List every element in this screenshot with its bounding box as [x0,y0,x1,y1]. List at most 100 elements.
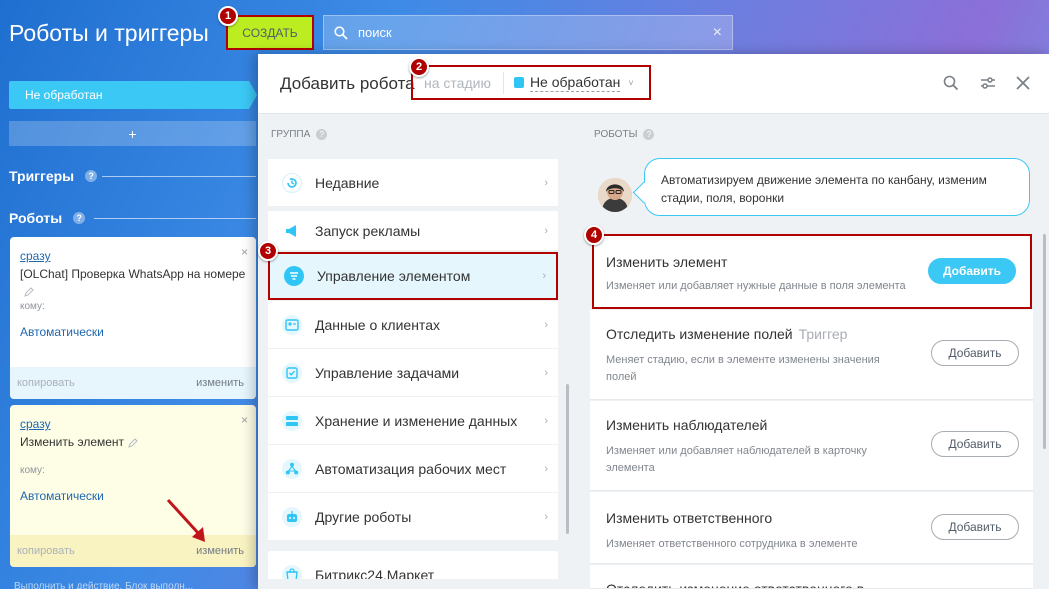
card-when-link[interactable]: сразу [20,417,51,431]
robot-title-text: Отследить изменение ответственного в [606,581,865,589]
contact-card-icon [282,314,302,335]
robot-description: Изменяет или добавляет нужные данные в п… [606,280,906,292]
robots-label-text: РОБОТЫ [594,129,638,140]
assistant-bubble: Автоматизируем движение элемента по канб… [644,158,1030,216]
add-robot-button[interactable]: Добавить [928,258,1016,284]
robot-card[interactable]: сразу Изменить элемент кому: Автоматичес… [10,405,256,567]
card-footer: копировать изменить [10,535,256,567]
help-icon[interactable]: ? [316,129,328,140]
group-item-label: Битрикс24.Маркет [315,566,435,580]
card-title: [OLChat] Проверка WhatsApp на номере [20,266,246,300]
stage-color-icon [513,77,524,88]
chevron-right-icon: › [544,366,548,379]
edit-link[interactable]: изменить [196,377,244,389]
marker-4: 4 [584,225,604,245]
group-item-client-data[interactable]: Данные о клиентах › [268,301,558,349]
chevron-right-icon: › [544,462,548,475]
card-title-text: [OLChat] Проверка WhatsApp на номере [20,267,246,281]
add-robot-button[interactable]: Добавить [931,431,1019,457]
page-title: Роботы и триггеры [9,20,209,46]
chevron-down-icon[interactable]: ˅ [628,78,633,88]
group-column-label: ГРУППА ? [271,129,328,140]
group-item-label: Управление задачами [315,364,460,381]
group-item-recent[interactable]: Недавние › [268,159,558,207]
card-footer: копировать изменить [10,367,256,399]
card-title: Изменить элемент [20,434,246,451]
triggers-divider [102,176,256,177]
filter-settings-icon[interactable] [979,74,997,92]
stage-pill[interactable]: Не обработан [9,81,257,109]
edit-link[interactable]: изменить [196,545,244,557]
close-icon[interactable] [1014,74,1032,92]
help-icon[interactable]: ? [643,129,655,140]
group-item-ads[interactable]: Запуск рекламы › [268,211,558,251]
group-item-data-storage[interactable]: Хранение и изменение данных › [268,397,558,445]
help-icon[interactable]: ? [85,170,98,182]
copy-link[interactable]: копировать [17,545,75,557]
group-item-label: Данные о клиентах [315,316,440,333]
marker-1: 1 [218,6,238,26]
search-icon[interactable] [942,74,960,92]
group-item-tasks[interactable]: Управление задачами › [268,349,558,397]
panel-header: Добавить робота на стадию Не обработан ˅ [258,54,1049,114]
robots-column-label: РОБОТЫ ? [594,129,655,140]
create-button[interactable]: СОЗДАТЬ [226,15,314,50]
robot-item-track-field-change[interactable]: Отследить изменение полей Триггер Меняет … [590,310,1033,400]
card-body: сразу [OLChat] Проверка WhatsApp на номе… [10,237,256,339]
close-icon[interactable]: × [241,413,248,427]
robot-title: Отследить изменение ответственного в [606,581,1019,589]
pencil-icon[interactable] [24,287,34,297]
robot-item-track-responsible[interactable]: Отследить изменение ответственного в [590,565,1033,589]
group-item-other-robots[interactable]: Другие роботы › [268,493,558,541]
stage-value[interactable]: Не обработан [529,74,621,92]
group-item-label: Хранение и изменение данных [315,412,518,429]
robot-card[interactable]: сразу [OLChat] Проверка WhatsApp на номе… [10,237,256,399]
close-icon[interactable]: × [241,245,248,259]
robot-description: Меняет стадию, если в элементе изменены … [606,354,880,383]
arrow-annotation-icon [166,498,205,542]
robot-title-text: Изменить элемент [606,254,728,270]
copy-link[interactable]: копировать [17,377,75,389]
robot-item-change-observers[interactable]: Изменить наблюдателей Изменяет или добав… [590,401,1033,491]
add-robot-button[interactable]: Добавить [931,340,1019,366]
card-responsible-link[interactable]: Автоматически [20,325,246,339]
card-to-label: кому: [20,301,45,312]
group-item-market[interactable]: Битрикс24.Маркет [268,551,558,579]
card-body: сразу Изменить элемент кому: Автоматичес… [10,405,256,503]
robot-title-text: Отследить изменение полей [606,326,793,342]
search-input[interactable] [358,25,713,40]
group-item-label: Запуск рекламы [315,222,421,239]
group-item-label: Автоматизация рабочих мест [315,460,507,477]
add-robot-panel: Добавить робота на стадию Не обработан ˅… [258,54,1049,589]
bottom-text: Выполнить и действие, Блок выполн... [14,581,194,589]
search-box[interactable]: × [323,15,733,50]
pencil-icon[interactable] [128,438,138,448]
search-clear-icon[interactable]: × [713,24,722,42]
stage-divider [502,71,504,94]
group-item-label: Недавние [315,174,380,191]
card-when-link[interactable]: сразу [20,249,51,263]
robots-scrollbar[interactable] [1043,234,1046,449]
robot-item-change-element[interactable]: Изменить элемент Изменяет или добавляет … [592,234,1032,309]
stage-selector[interactable]: на стадию Не обработан ˅ [411,65,651,100]
help-icon[interactable]: ? [73,212,86,224]
robots-label: Роботы [9,210,63,226]
database-icon [282,410,302,431]
add-robot-button[interactable]: Добавить [931,514,1019,540]
triggers-label: Триггеры [9,168,75,184]
robot-title-text: Изменить наблюдателей [606,417,768,433]
filter-icon [284,266,304,286]
group-scrollbar[interactable] [566,384,569,534]
search-icon [334,25,348,40]
robot-item-change-responsible[interactable]: Изменить ответственного Изменяет ответст… [590,492,1033,564]
chevron-right-icon: › [544,224,548,237]
chevron-right-icon: › [544,510,548,523]
add-stage-button[interactable]: + [9,121,256,146]
group-item-element-management[interactable]: Управление элементом › [268,252,558,300]
chevron-right-icon: › [544,318,548,331]
group-label-text: ГРУППА [271,129,311,140]
robot-title-text: Изменить ответственного [606,510,773,526]
chevron-right-icon: › [544,176,548,189]
group-item-workplace-automation[interactable]: Автоматизация рабочих мест › [268,445,558,493]
marker-2: 2 [409,57,429,77]
